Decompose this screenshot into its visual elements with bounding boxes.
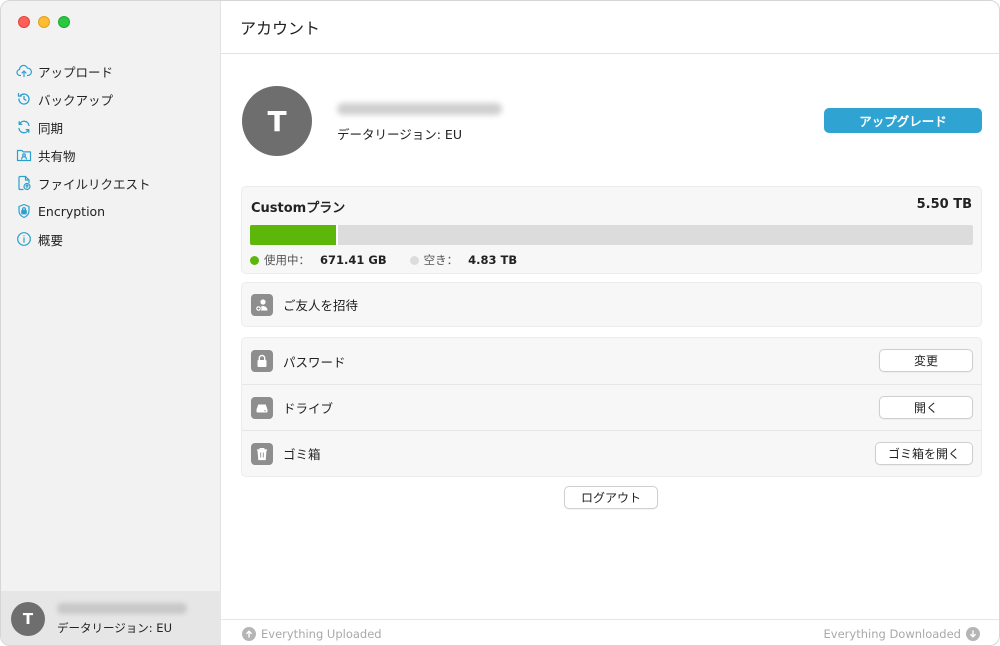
download-status: Everything Downloaded xyxy=(823,626,980,641)
upload-status-text: Everything Uploaded xyxy=(261,626,382,641)
close-window-button[interactable] xyxy=(18,16,30,28)
zoom-window-button[interactable] xyxy=(58,16,70,28)
backup-icon xyxy=(15,90,33,108)
app-window: アップロード バックアップ 同期 共有物 ファイルリクエスト Encryptio… xyxy=(0,0,1000,646)
data-region-label: データリージョン: EU xyxy=(57,620,172,635)
plan-name: Customプラン xyxy=(251,201,346,216)
main-content: アカウント T データリージョン: EU アップグレード Customプラン 5… xyxy=(221,1,999,645)
invite-user-icon xyxy=(251,293,273,316)
plan-card: Customプラン 5.50 TB 使用中： 671.41 GB 空き： 4.8… xyxy=(241,186,982,274)
profile-section: T データリージョン: EU アップグレード xyxy=(242,86,982,156)
storage-usage-bar xyxy=(250,225,973,245)
sidebar-item-file-request[interactable]: ファイルリクエスト xyxy=(1,169,221,197)
invite-label: ご友人を招待 xyxy=(283,298,359,313)
trash-label: ゴミ箱 xyxy=(283,447,321,462)
sidebar-nav: アップロード バックアップ 同期 共有物 ファイルリクエスト Encryptio… xyxy=(1,57,221,253)
trash-row: ゴミ箱 ゴミ箱を開く xyxy=(242,430,981,476)
storage-legend: 使用中： 671.41 GB 空き： 4.83 TB xyxy=(250,252,540,268)
free-label: 空き： xyxy=(423,253,459,267)
sidebar-user-panel[interactable]: T データリージョン: EU xyxy=(1,591,221,645)
sidebar-item-label: 共有物 xyxy=(38,148,76,164)
open-drive-button[interactable]: 開く xyxy=(879,396,973,419)
sidebar-item-label: ファイルリクエスト xyxy=(38,176,151,192)
change-password-button[interactable]: 変更 xyxy=(879,349,973,372)
sidebar-item-label: 同期 xyxy=(38,120,64,136)
avatar-large: T xyxy=(242,86,312,156)
download-status-text: Everything Downloaded xyxy=(823,626,961,641)
used-value: 671.41 GB xyxy=(320,253,387,267)
drive-row: ドライブ 開く xyxy=(242,384,981,430)
password-row: パスワード 変更 xyxy=(242,338,981,384)
trash-icon xyxy=(251,442,273,465)
free-value: 4.83 TB xyxy=(468,253,518,267)
sidebar-item-label: アップロード xyxy=(38,64,114,80)
free-dot xyxy=(409,255,419,265)
logout-button[interactable]: ログアウト xyxy=(564,486,658,509)
data-region-label: データリージョン: EU xyxy=(337,127,462,142)
minimize-window-button[interactable] xyxy=(38,16,50,28)
sidebar-item-sync[interactable]: 同期 xyxy=(1,113,221,141)
upload-status: Everything Uploaded xyxy=(242,626,382,641)
cloud-upload-icon xyxy=(15,62,33,80)
sidebar-item-label: 概要 xyxy=(38,232,64,248)
encryption-shield-icon xyxy=(15,202,33,220)
sync-icon xyxy=(15,118,33,136)
lock-icon xyxy=(251,350,273,372)
avatar: T xyxy=(11,602,45,636)
used-dot xyxy=(250,255,259,265)
blurred-email xyxy=(337,103,502,115)
sidebar-item-upload[interactable]: アップロード xyxy=(1,57,221,85)
status-bar: Everything Uploaded Everything Downloade… xyxy=(221,619,999,645)
sidebar-item-about[interactable]: 概要 xyxy=(1,225,221,253)
window-controls xyxy=(18,16,70,28)
password-label: パスワード xyxy=(283,354,346,370)
sidebar: アップロード バックアップ 同期 共有物 ファイルリクエスト Encryptio… xyxy=(1,1,221,645)
storage-usage-fill xyxy=(250,225,339,245)
sidebar-item-shared[interactable]: 共有物 xyxy=(1,141,221,169)
info-icon xyxy=(15,230,33,248)
settings-card: パスワード 変更 ドライブ 開く ゴミ箱 ゴミ箱を開く xyxy=(241,337,982,477)
file-request-icon xyxy=(15,174,33,192)
shared-folder-icon xyxy=(15,146,33,164)
upgrade-button[interactable]: アップグレード xyxy=(824,108,982,133)
drive-label: ドライブ xyxy=(283,401,334,416)
open-trash-button[interactable]: ゴミ箱を開く xyxy=(874,442,973,465)
invite-friends-row[interactable]: ご友人を招待 xyxy=(241,282,982,327)
plan-total-storage: 5.50 TB xyxy=(916,197,972,212)
sidebar-item-encryption[interactable]: Encryption xyxy=(1,197,221,225)
arrow-down-icon xyxy=(966,626,980,641)
drive-icon xyxy=(251,396,273,419)
page-title: アカウント xyxy=(221,1,999,54)
sidebar-item-label: Encryption xyxy=(38,203,106,219)
used-label: 使用中： xyxy=(264,253,310,267)
sidebar-item-backup[interactable]: バックアップ xyxy=(1,85,221,113)
blurred-email xyxy=(57,602,187,614)
sidebar-item-label: バックアップ xyxy=(38,92,114,108)
arrow-up-icon xyxy=(242,626,256,641)
